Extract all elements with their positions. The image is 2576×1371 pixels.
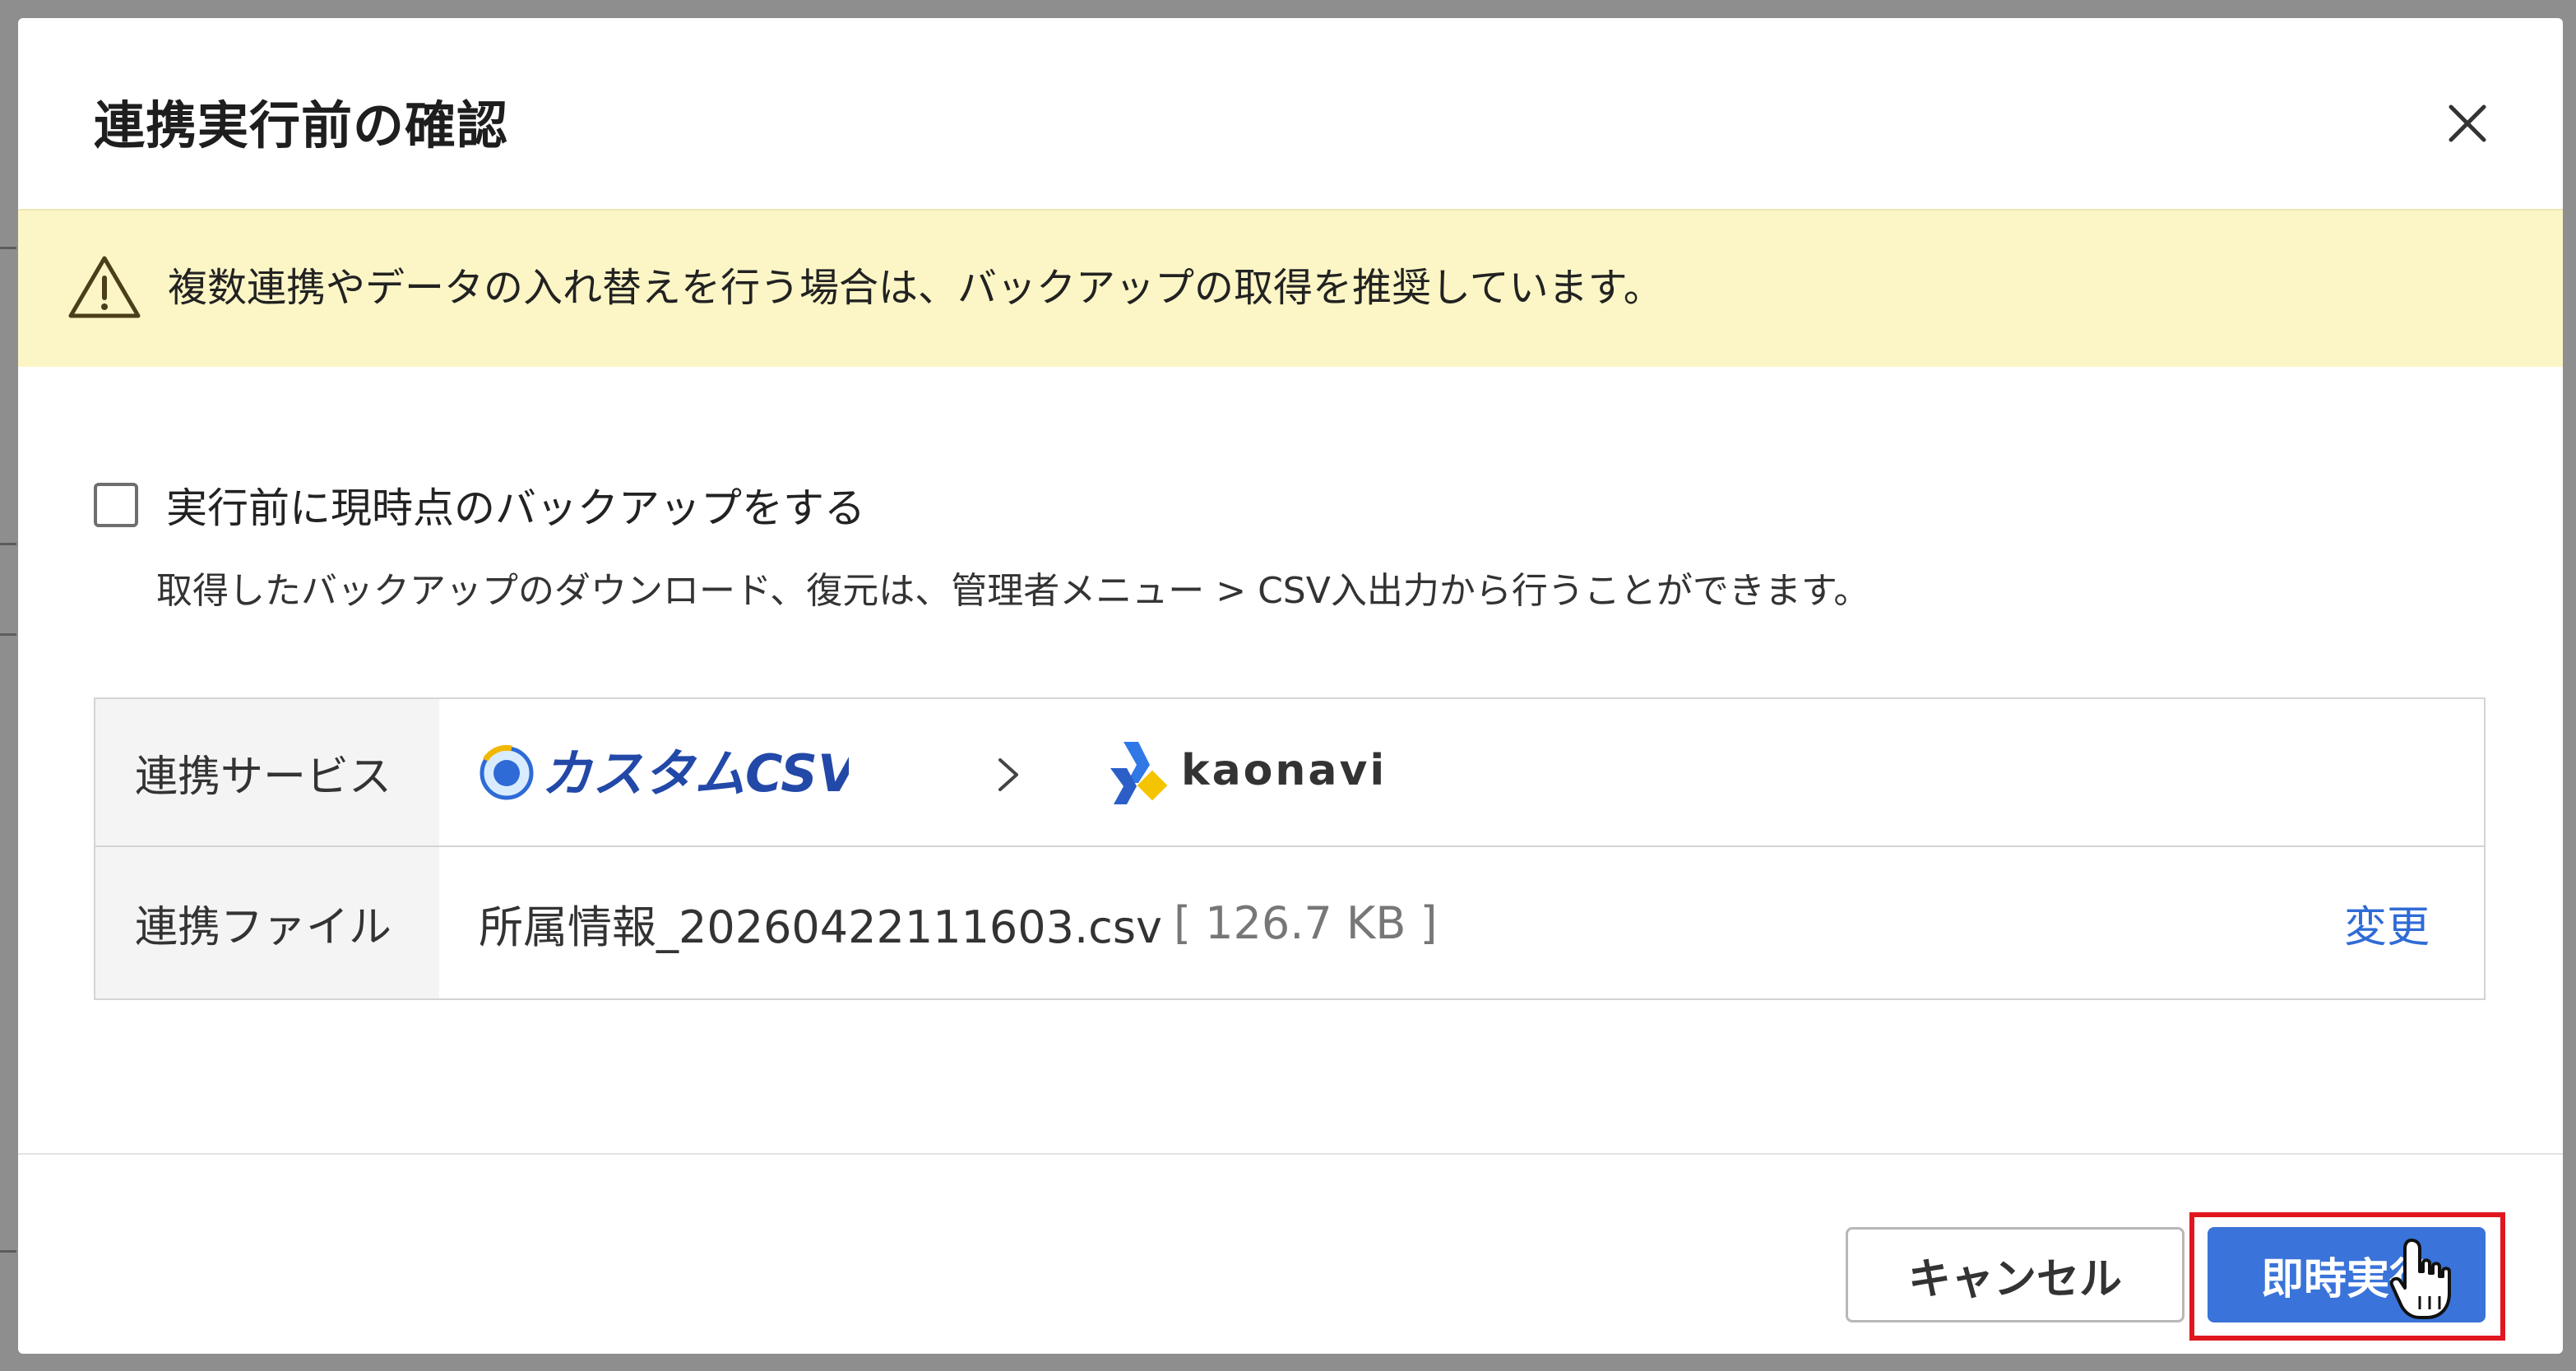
kaonavi-logo: kaonavi (1110, 742, 1387, 804)
warning-banner: 複数連携やデータの入れ替えを行う場合は、バックアップの取得を推奨しています。 (18, 209, 2563, 367)
backup-checkbox[interactable] (94, 483, 138, 527)
custom-csv-logo-text: カスタムCSV (541, 743, 849, 804)
confirm-dialog: 連携実行前の確認 複数連携やデータの入れ替えを行う場合は、バックアップの取得を推… (18, 18, 2563, 1354)
backup-checkbox-row[interactable]: 実行前に現時点のバックアップをする (94, 472, 865, 538)
hand-pointer-icon (2389, 1239, 2451, 1319)
background-fragment (0, 633, 16, 636)
close-icon (2449, 104, 2486, 142)
service-row-header: 連携サービス (95, 699, 439, 845)
backup-checkbox-label: 実行前に現時点のバックアップをする (166, 484, 865, 532)
file-row-header: 連携ファイル (95, 847, 439, 998)
dialog-footer: キャンセル 即時実行 (18, 1153, 2563, 1354)
background-fragment (0, 543, 16, 545)
close-button[interactable] (2426, 82, 2509, 164)
change-file-link[interactable]: 変更 (2344, 847, 2430, 998)
warning-message: 複数連携やデータの入れ替えを行う場合は、バックアップの取得を推奨しています。 (168, 265, 1663, 311)
file-row: 連携ファイル 所属情報_20260422111603.csv [ 126.7 K… (95, 847, 2484, 998)
file-name: 所属情報_20260422111603.csv (479, 901, 1162, 953)
kaonavi-logo-text: kaonavi (1181, 746, 1387, 795)
cancel-button[interactable]: キャンセル (1846, 1227, 2185, 1322)
dialog-title: 連携実行前の確認 (94, 95, 509, 155)
chevron-right-icon (998, 758, 1018, 791)
background-fragment (0, 247, 16, 249)
warning-triangle-icon (68, 256, 141, 318)
backup-note: 取得したバックアップのダウンロード、復元は、管理者メニュー > CSV入出力から… (156, 570, 1870, 612)
integration-details-table: 連携サービス カスタムCSV kaonavi 連携ファイル 所属情報_20260… (94, 697, 2486, 1000)
file-info: 所属情報_20260422111603.csv [ 126.7 KB ] (479, 847, 1438, 998)
file-size: [ 126.7 KB ] (1173, 896, 1438, 949)
background-fragment (0, 1250, 16, 1253)
custom-csv-logo: カスタムCSV (480, 743, 849, 804)
service-row: 連携サービス カスタムCSV kaonavi (95, 699, 2484, 847)
